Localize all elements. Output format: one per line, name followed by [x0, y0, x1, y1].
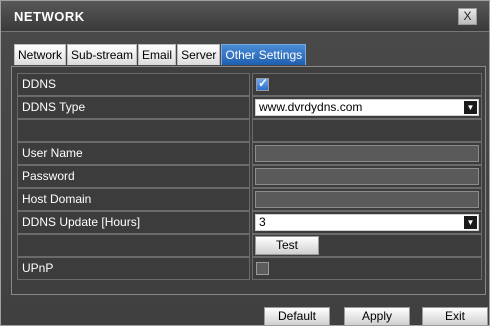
default-button[interactable]: Default	[264, 307, 330, 326]
ddns-update-row: DDNS Update [Hours] 3 ▼	[17, 211, 482, 234]
host-domain-value-cell	[252, 188, 482, 211]
test-value-cell: Test	[252, 234, 482, 257]
upnp-label: UPnP	[17, 257, 250, 280]
exit-button[interactable]: Exit	[422, 307, 488, 326]
spacer-row	[17, 119, 482, 142]
ddns-update-value: 3	[259, 215, 266, 229]
chevron-down-icon[interactable]: ▼	[464, 216, 477, 229]
ddns-type-select[interactable]: www.dvrdydns.com ▼	[255, 99, 479, 116]
ddns-row: DDNS ✓	[17, 73, 482, 96]
chevron-down-icon[interactable]: ▼	[464, 101, 477, 114]
ddns-type-value-cell: www.dvrdydns.com ▼	[252, 96, 482, 119]
user-name-value-cell	[252, 142, 482, 165]
title-bar: NETWORK X	[1, 1, 489, 32]
host-domain-row: Host Domain	[17, 188, 482, 211]
window-title: NETWORK	[14, 9, 85, 24]
tab-server[interactable]: Server	[177, 44, 221, 65]
spacer-value-cell	[252, 119, 482, 142]
close-icon: X	[463, 9, 472, 23]
tab-sub-stream[interactable]: Sub-stream	[67, 44, 138, 65]
password-row: Password	[17, 165, 482, 188]
test-button[interactable]: Test	[255, 236, 319, 255]
tab-network[interactable]: Network	[14, 44, 67, 65]
host-domain-label: Host Domain	[17, 188, 250, 211]
checkmark-icon: ✓	[258, 76, 269, 90]
tab-other-settings[interactable]: Other Settings	[221, 44, 307, 65]
password-value-cell	[252, 165, 482, 188]
host-domain-input[interactable]	[255, 191, 479, 208]
ddns-value-cell: ✓	[252, 73, 482, 96]
upnp-value-cell	[252, 257, 482, 280]
user-name-input[interactable]	[255, 145, 479, 162]
password-label: Password	[17, 165, 250, 188]
settings-panel: DDNS ✓ DDNS Type www.dvrdydns.com ▼ User…	[11, 66, 486, 295]
close-button[interactable]: X	[458, 8, 477, 25]
upnp-row: UPnP	[17, 257, 482, 280]
ddns-update-value-cell: 3 ▼	[252, 211, 482, 234]
network-dialog: NETWORK X Network Sub-stream Email Serve…	[0, 0, 490, 326]
test-label-cell	[17, 234, 250, 257]
user-name-row: User Name	[17, 142, 482, 165]
test-row: Test	[17, 234, 482, 257]
upnp-checkbox[interactable]	[256, 262, 269, 275]
spacer-label-cell	[17, 119, 250, 142]
password-input[interactable]	[255, 168, 479, 185]
ddns-label: DDNS	[17, 73, 250, 96]
ddns-update-select[interactable]: 3 ▼	[255, 214, 479, 231]
tab-bar: Network Sub-stream Email Server Other Se…	[14, 44, 307, 66]
apply-button[interactable]: Apply	[344, 307, 410, 326]
ddns-type-row: DDNS Type www.dvrdydns.com ▼	[17, 96, 482, 119]
ddns-type-label: DDNS Type	[17, 96, 250, 119]
ddns-checkbox[interactable]: ✓	[256, 76, 269, 91]
ddns-update-label: DDNS Update [Hours]	[17, 211, 250, 234]
tab-email[interactable]: Email	[138, 44, 177, 65]
ddns-type-value: www.dvrdydns.com	[259, 100, 363, 114]
user-name-label: User Name	[17, 142, 250, 165]
